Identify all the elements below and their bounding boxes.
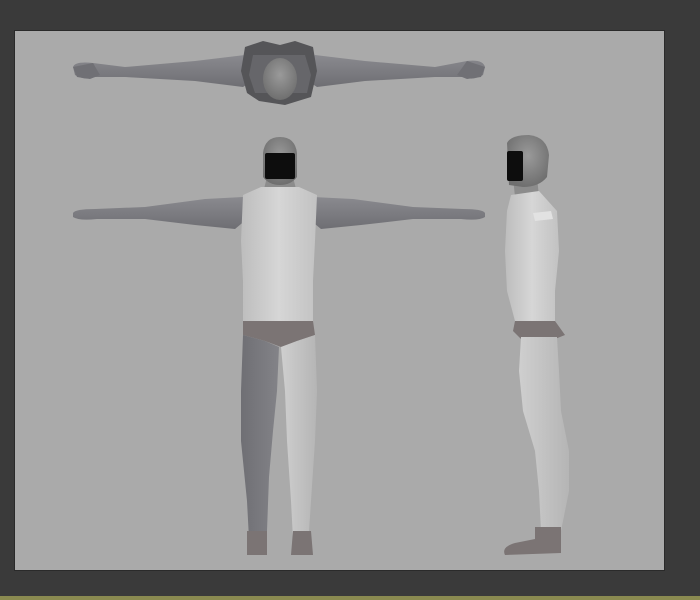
status-strip (0, 596, 700, 600)
top-view-model[interactable] (73, 41, 485, 105)
front-view-visor (265, 153, 295, 179)
front-view-right-arm (309, 197, 485, 229)
top-view-head (263, 58, 297, 100)
3d-viewport[interactable] (14, 30, 665, 571)
front-view-left-leg (241, 335, 279, 539)
viewport-canvas[interactable] (15, 31, 665, 571)
side-view-visor (507, 151, 523, 181)
front-view-left-foot (247, 531, 267, 555)
front-view-right-leg (281, 335, 317, 539)
front-view-left-arm (73, 197, 247, 229)
front-view-shirt (241, 187, 317, 321)
app-window (0, 0, 700, 600)
side-view-model[interactable] (504, 135, 569, 555)
side-view-shirt (505, 191, 559, 321)
front-view-right-foot (291, 531, 313, 555)
top-view-right-arm (305, 55, 485, 87)
side-view-foot (504, 527, 561, 555)
top-view-left-arm (73, 55, 255, 87)
front-view-model[interactable] (73, 137, 485, 555)
side-view-leg (519, 337, 569, 531)
